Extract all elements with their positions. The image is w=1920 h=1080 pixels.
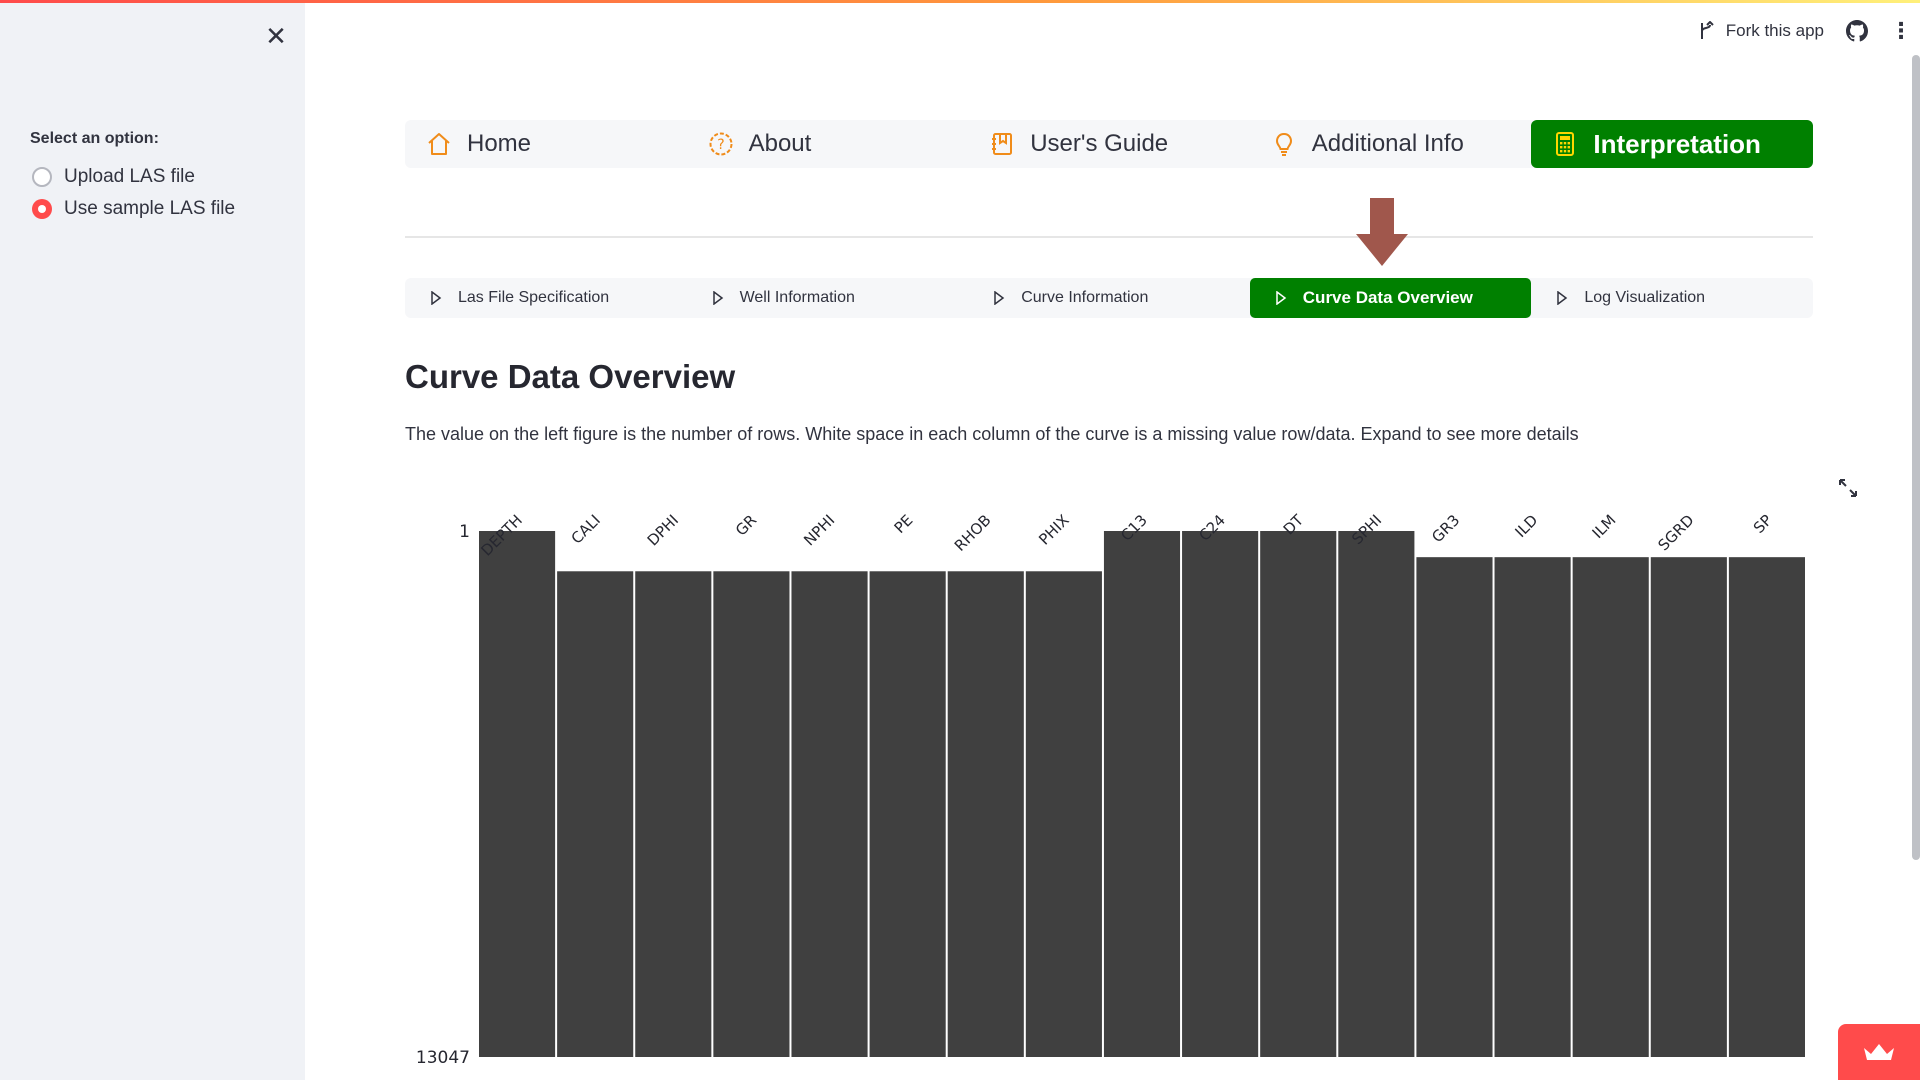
divider (405, 236, 1813, 238)
subnav-label: Curve Data Overview (1302, 288, 1473, 307)
x-tick-label: GR (732, 511, 760, 539)
github-icon[interactable] (1846, 20, 1868, 42)
lightbulb-icon (1270, 130, 1298, 158)
nav-interpretation[interactable]: Interpretation (1531, 120, 1813, 168)
app-header: Fork this app ⋮ (1698, 18, 1912, 44)
subnav-label: Curve Information (1021, 289, 1149, 306)
nav-label: About (748, 130, 812, 157)
bar-pe (869, 571, 946, 1057)
nav-label: Home (467, 130, 532, 157)
y-tick-label-top: 1 (459, 522, 470, 542)
subnav-log-visualization[interactable]: Log Visualization (1531, 278, 1813, 318)
sub-nav: Las File Specification Well Information … (405, 278, 1813, 318)
question-circle-icon: ? (707, 130, 735, 158)
missing-values-chart: DEPTH CALI DPHI GR NPHI PE RHOB PHIX C13 C24 DT SPH… (416, 511, 1805, 1068)
x-tick-label: NPHI (800, 511, 838, 549)
page-description: The value on the left figure is the numb… (405, 424, 1579, 444)
bar-dt (1260, 531, 1337, 1057)
subnav-label: Las File Specification (458, 289, 610, 306)
bar-phix (1025, 571, 1102, 1057)
x-tick-label: SP (1750, 511, 1776, 537)
calculator-icon (1551, 130, 1579, 158)
radio-label: Upload LAS file (64, 166, 195, 187)
bar-depth (479, 531, 556, 1057)
radio-selected-icon[interactable] (32, 199, 52, 219)
bar-nphi (791, 571, 868, 1057)
fullscreen-expand-icon[interactable] (1838, 478, 1858, 498)
crown-icon (1864, 1044, 1894, 1060)
play-triangle-icon (1557, 291, 1568, 305)
play-triangle-icon (431, 291, 442, 305)
play-triangle-icon (712, 291, 723, 305)
annotation-arrow-icon (1356, 198, 1408, 266)
subnav-curve-info[interactable]: Curve Information (968, 278, 1250, 318)
fork-label: Fork this app (1725, 21, 1824, 40)
bar-ilm (1572, 557, 1649, 1057)
subnav-well-info[interactable]: Well Information (687, 278, 969, 318)
radio-unselected-icon[interactable] (32, 167, 52, 187)
x-tick-label: PHIX (1035, 511, 1072, 548)
bar-gr (713, 571, 790, 1057)
x-tick-label: ILD (1511, 511, 1541, 541)
radio-label: Use sample LAS file (64, 198, 236, 219)
nav-label: User's Guide (1030, 130, 1169, 157)
fork-app-button[interactable]: Fork this app (1698, 21, 1824, 41)
x-tick-label: SGRD (1654, 511, 1697, 554)
subnav-label: Log Visualization (1584, 289, 1706, 306)
x-tick-label: ILM (1589, 511, 1620, 542)
fork-icon (1700, 21, 1714, 39)
y-tick-label-bottom: 13047 (416, 1048, 470, 1068)
sidebar: ✕ Select an option: Upload LAS file Use … (0, 3, 305, 1080)
house-icon (425, 130, 453, 158)
journal-bookmark-icon (988, 130, 1016, 158)
svg-text:?: ? (717, 137, 724, 153)
nav-label: Additional Info (1311, 130, 1464, 157)
x-tick-label: GR3 (1428, 511, 1463, 546)
radio-sample-las[interactable]: Use sample LAS file (32, 198, 235, 220)
kebab-menu-icon[interactable]: ⋮ (1890, 18, 1912, 44)
bar-cali (557, 571, 634, 1057)
play-triangle-icon (994, 291, 1005, 305)
bar-rhob (947, 571, 1024, 1057)
nav-home[interactable]: Home (405, 120, 687, 168)
radio-upload-las[interactable]: Upload LAS file (32, 166, 195, 188)
x-tick-label: RHOB (951, 511, 995, 555)
bar-sphi (1338, 531, 1415, 1057)
subnav-curve-data-overview[interactable]: Curve Data Overview (1249, 278, 1532, 318)
x-tick-label: PE (891, 511, 917, 537)
x-tick-label: DPHI (644, 511, 682, 549)
subnav-las-file-spec[interactable]: Las File Specification (405, 278, 687, 318)
bar-sgrd (1650, 557, 1727, 1057)
streamlit-badge[interactable] (1838, 1024, 1920, 1080)
nav-users-guide[interactable]: User's Guide (968, 120, 1250, 168)
page-title: Curve Data Overview (405, 358, 736, 395)
bar-gr3 (1416, 557, 1493, 1057)
bar-dphi (635, 571, 712, 1057)
close-sidebar-icon[interactable]: ✕ (263, 23, 289, 49)
bar-ild (1494, 557, 1571, 1057)
nav-about[interactable]: ? About (687, 120, 969, 168)
play-triangle-icon (1276, 291, 1287, 305)
bar-c13 (1103, 531, 1181, 1057)
bar-c24 (1182, 531, 1259, 1057)
select-option-label: Select an option: (30, 130, 159, 147)
scrollbar[interactable] (1912, 55, 1920, 860)
nav-label: Interpretation (1593, 128, 1761, 159)
bar-sp (1728, 557, 1805, 1057)
x-tick-label: CALI (568, 511, 604, 547)
subnav-label: Well Information (739, 289, 855, 306)
main-nav: Home ? About User's Guide Additional Inf… (405, 120, 1813, 168)
nav-additional-info[interactable]: Additional Info (1250, 120, 1532, 168)
